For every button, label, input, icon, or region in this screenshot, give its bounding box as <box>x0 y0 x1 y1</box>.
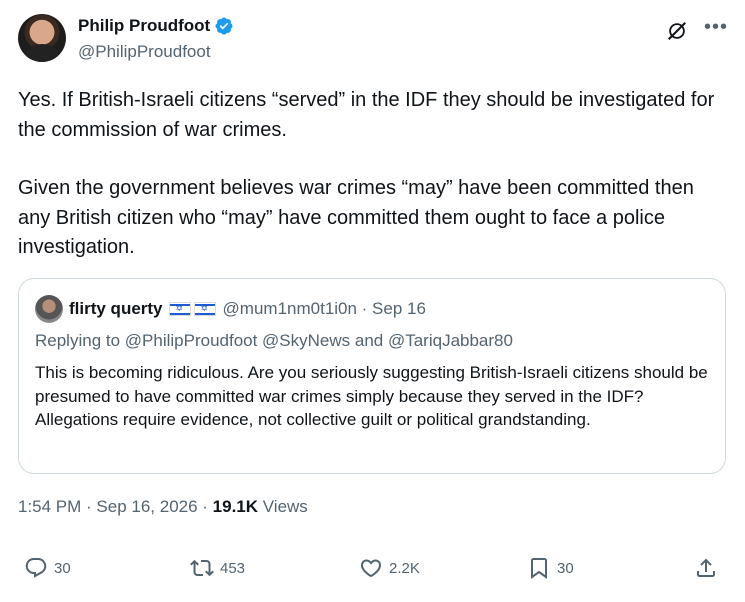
author-name-row: Philip Proudfoot <box>78 16 234 36</box>
israel-flag-icon <box>168 302 191 316</box>
bookmark-count: 30 <box>557 559 574 577</box>
quote-replying-to: Replying to @PhilipProudfoot @SkyNews an… <box>35 331 513 350</box>
tweet-paragraph: Yes. If British-Israeli citizens “served… <box>18 89 715 141</box>
quote-handle-date: @mum1nm0t1i0n · Sep 16 <box>222 299 426 318</box>
quote-display-name: flirty querty <box>69 299 163 318</box>
tweet-text: Yes. If British-Israeli citizens “served… <box>18 86 730 263</box>
verified-badge-icon <box>215 17 233 35</box>
share-button[interactable] <box>694 556 718 580</box>
reply-count: 30 <box>54 559 71 577</box>
share-icon <box>697 558 715 577</box>
quote-avatar <box>35 295 63 323</box>
like-icon <box>360 559 382 578</box>
quote-header: flirty querty @mum1nm0t1i0n · Sep 16 <box>35 295 426 323</box>
more-icon[interactable]: ••• <box>704 17 728 37</box>
like-button[interactable]: 2.2K <box>359 556 420 580</box>
tweet-meta: 1:54 PM · Sep 16, 2026 · 19.1K Views <box>18 497 308 517</box>
like-count: 2.2K <box>389 559 420 577</box>
israel-flag-icon <box>193 302 216 316</box>
israel-flag-icons <box>168 302 216 316</box>
quote-body: This is becoming ridiculous. Are you ser… <box>35 363 708 429</box>
grok-icon[interactable] <box>666 20 688 42</box>
reply-button[interactable]: 30 <box>24 556 71 580</box>
views-label: Views <box>258 497 308 516</box>
author-avatar[interactable] <box>18 14 66 62</box>
repost-count: 453 <box>220 559 246 577</box>
tweet-paragraph: Given the government believes war crimes… <box>18 177 694 258</box>
author-display-name[interactable]: Philip Proudfoot <box>78 16 210 36</box>
reply-icon <box>25 558 47 578</box>
action-bar: 30 453 2.2K 30 <box>0 556 745 586</box>
author-handle[interactable]: @PhilipProudfoot <box>78 42 211 62</box>
repost-icon <box>190 559 214 577</box>
quoted-tweet[interactable]: flirty querty @mum1nm0t1i0n · Sep 16 Rep… <box>18 278 726 474</box>
views-count: 19.1K <box>212 497 259 516</box>
tweet-header: Philip Proudfoot @PhilipProudfoot ••• <box>18 14 730 66</box>
bookmark-button[interactable]: 30 <box>527 556 574 580</box>
bookmark-icon <box>531 558 547 579</box>
tweet-timestamp[interactable]: 1:54 PM · Sep 16, 2026 · <box>18 497 213 516</box>
repost-button[interactable]: 453 <box>190 556 245 580</box>
